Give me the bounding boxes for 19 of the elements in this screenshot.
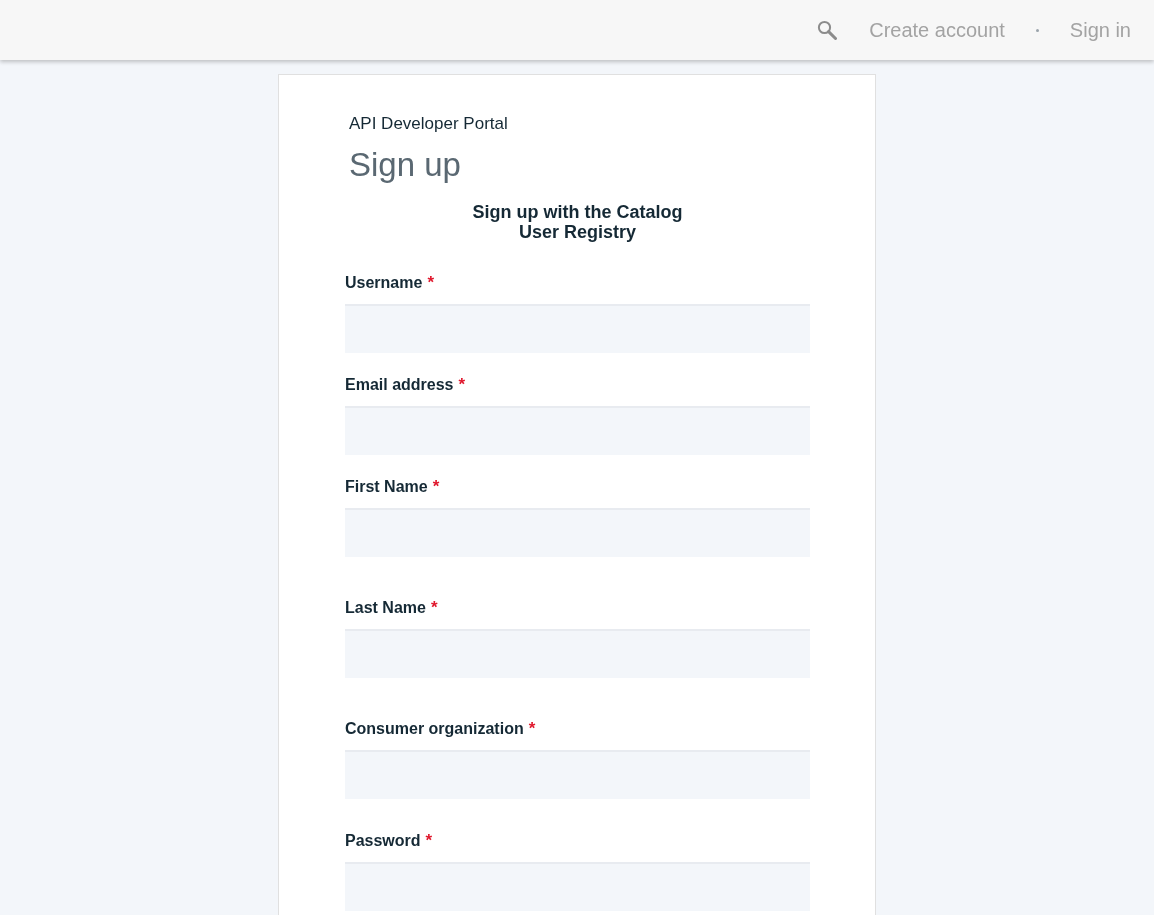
field-label: Consumer organization — [345, 719, 524, 739]
header-link[interactable]: Sign in — [1069, 18, 1131, 42]
required-asterisk: * — [427, 273, 434, 293]
field-label: Username — [345, 273, 423, 293]
site-name: API Developer Portal — [349, 114, 508, 134]
search-icon[interactable] — [817, 20, 838, 40]
field-label: Last Name — [345, 598, 426, 618]
required-asterisk: * — [425, 831, 433, 851]
required-asterisk: * — [432, 477, 440, 497]
page-title: Sign up — [349, 145, 461, 185]
form-heading: Sign up with the Catalog User Registry — [471, 202, 684, 242]
required-asterisk: * — [430, 598, 438, 618]
separator-dot-icon — [1035, 28, 1039, 32]
required-asterisk: * — [528, 719, 536, 739]
header-link[interactable]: Create account — [869, 18, 1005, 42]
field-label: First Name — [345, 477, 428, 497]
field-label: Password — [345, 831, 421, 851]
required-asterisk: * — [458, 375, 466, 395]
field-label: Email address — [345, 375, 454, 395]
